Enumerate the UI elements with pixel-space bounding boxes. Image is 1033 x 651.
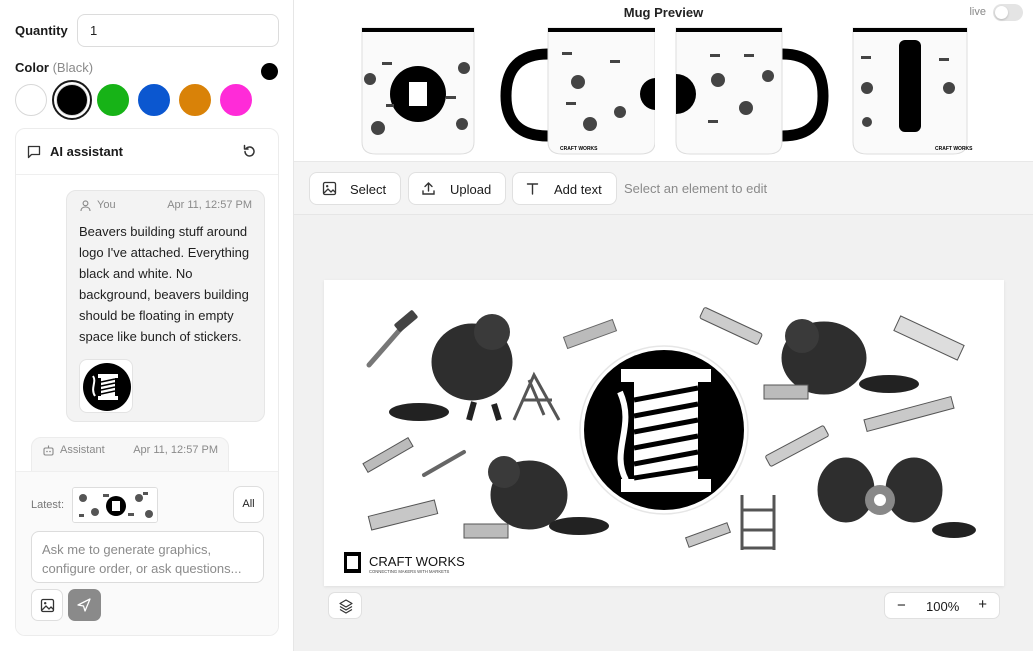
- upload-button[interactable]: Upload: [408, 172, 506, 205]
- upload-icon: [422, 182, 435, 195]
- add-text-button[interactable]: Add text: [512, 172, 617, 205]
- swatch-green[interactable]: [97, 84, 129, 116]
- mug-preview-right-handle[interactable]: [674, 24, 829, 158]
- mug-preview-bar: Mug Preview live CRAFT WORKS CRAFT WORKS: [294, 0, 1033, 162]
- image-icon: [40, 598, 55, 613]
- latest-design-row: Latest: All: [16, 471, 278, 527]
- mug-preview-front[interactable]: [356, 24, 480, 158]
- send-button[interactable]: [68, 589, 101, 621]
- level-sticker[interactable]: [765, 425, 829, 467]
- plank-sticker[interactable]: [684, 522, 732, 548]
- saw-sticker[interactable]: [893, 315, 965, 361]
- layers-icon: [339, 599, 353, 614]
- beaver-sticker[interactable]: [389, 314, 516, 421]
- ai-assistant-card: AI assistant You Apr 11, 12:57 PM Beaver…: [15, 128, 279, 636]
- mug-preview-left-handle[interactable]: CRAFT WORKS: [500, 24, 655, 158]
- scaffold-sticker[interactable]: [512, 371, 561, 421]
- brand-tagline: CONNECTING MAKERS WITH MARKETS: [369, 569, 449, 574]
- mug-preview-title: Mug Preview: [623, 5, 704, 20]
- swatch-pink[interactable]: [220, 84, 252, 116]
- editor-toolbar: Select Upload Add text Select an element…: [294, 162, 1033, 215]
- mug-preview-back[interactable]: CRAFT WORKS: [849, 24, 974, 158]
- svg-text:CRAFT WORKS: CRAFT WORKS: [935, 146, 973, 152]
- layers-button[interactable]: [328, 592, 362, 619]
- send-icon: [77, 598, 91, 612]
- swatch-blue[interactable]: [138, 84, 170, 116]
- brand-logo: CRAFT WORKS CONNECTING MAKERS WITH MARKE…: [344, 552, 465, 574]
- prompt-area: Ask me to generate graphics, configure o…: [16, 527, 278, 635]
- quantity-label: Quantity: [15, 23, 68, 38]
- message-time: Apr 11, 12:57 PM: [133, 444, 218, 456]
- selected-color-indicator: [261, 63, 278, 80]
- design-workspace: Mug Preview live CRAFT WORKS CRAFT WORKS…: [294, 0, 1033, 651]
- bot-icon: [43, 445, 54, 456]
- color-label-text: Color: [15, 60, 49, 75]
- color-label: Color (Black): [15, 60, 93, 75]
- quantity-input[interactable]: 1: [77, 14, 279, 47]
- sticks-sticker[interactable]: [362, 436, 466, 477]
- hammer-sticker[interactable]: [366, 309, 418, 368]
- spool-logo-icon: [83, 363, 131, 411]
- assistant-message: Assistant Apr 11, 12:57 PM: [31, 437, 229, 471]
- beaver-sticker[interactable]: [814, 454, 976, 538]
- zoom-in-button[interactable]: +: [978, 596, 987, 613]
- select-label: Select: [350, 182, 387, 197]
- message-text: Beavers building stuff around logo I've …: [79, 224, 250, 344]
- image-select-icon: [322, 181, 337, 196]
- order-panel: Quantity 1 Color (Black) AI assistant Yo…: [0, 0, 294, 651]
- zoom-level: 100%: [926, 599, 960, 614]
- attach-image-button[interactable]: [31, 589, 63, 621]
- toolbar-hint: Select an element to edit: [624, 181, 768, 196]
- text-icon: [526, 183, 539, 195]
- prompt-input[interactable]: Ask me to generate graphics, configure o…: [31, 531, 264, 583]
- latest-label: Latest:: [31, 499, 65, 511]
- scaffold-sticker[interactable]: [740, 495, 776, 550]
- message-author: You: [97, 199, 116, 211]
- swatch-white[interactable]: [15, 84, 47, 116]
- user-message: You Apr 11, 12:57 PM Beavers building st…: [66, 190, 265, 422]
- beaver-sticker-artwork[interactable]: CRAFT WORKS CONNECTING MAKERS WITH MARKE…: [324, 280, 1004, 586]
- ai-assistant-header: AI assistant: [16, 129, 278, 175]
- color-swatches: [15, 80, 252, 120]
- reset-icon[interactable]: [241, 143, 258, 160]
- live-toggle[interactable]: [993, 4, 1023, 21]
- zoom-control: − 100% +: [884, 592, 1000, 619]
- plank-sticker[interactable]: [863, 395, 955, 433]
- level-sticker[interactable]: [699, 307, 763, 345]
- design-thumbnail-image: [73, 488, 157, 522]
- plank-sticker[interactable]: [562, 318, 618, 350]
- zoom-out-button[interactable]: −: [897, 597, 906, 614]
- message-time: Apr 11, 12:57 PM: [167, 199, 252, 211]
- svg-text:CRAFT WORKS: CRAFT WORKS: [560, 146, 598, 152]
- user-icon: [80, 200, 91, 212]
- design-artboard[interactable]: CRAFT WORKS CONNECTING MAKERS WITH MARKE…: [324, 280, 1004, 586]
- latest-design-thumbnail[interactable]: [72, 487, 158, 523]
- all-designs-button[interactable]: All: [233, 486, 264, 523]
- ai-assistant-title: AI assistant: [50, 144, 123, 159]
- swatch-black[interactable]: [52, 80, 92, 120]
- plank-sticker[interactable]: [367, 499, 439, 531]
- swatch-orange[interactable]: [179, 84, 211, 116]
- live-label: live: [969, 6, 986, 18]
- attached-logo-thumbnail[interactable]: [79, 359, 133, 413]
- brand-name: CRAFT WORKS: [369, 554, 465, 569]
- message-author: Assistant: [60, 444, 105, 456]
- select-tool-button[interactable]: Select: [309, 172, 401, 205]
- upload-label: Upload: [450, 182, 492, 197]
- message-list[interactable]: You Apr 11, 12:57 PM Beavers building st…: [16, 175, 278, 471]
- canvas-area: CRAFT WORKS CONNECTING MAKERS WITH MARKE…: [294, 215, 1033, 651]
- color-selected-name: (Black): [52, 60, 94, 75]
- beaver-sticker[interactable]: [463, 456, 609, 539]
- add-text-label: Add text: [554, 182, 602, 197]
- chat-icon: [27, 145, 41, 159]
